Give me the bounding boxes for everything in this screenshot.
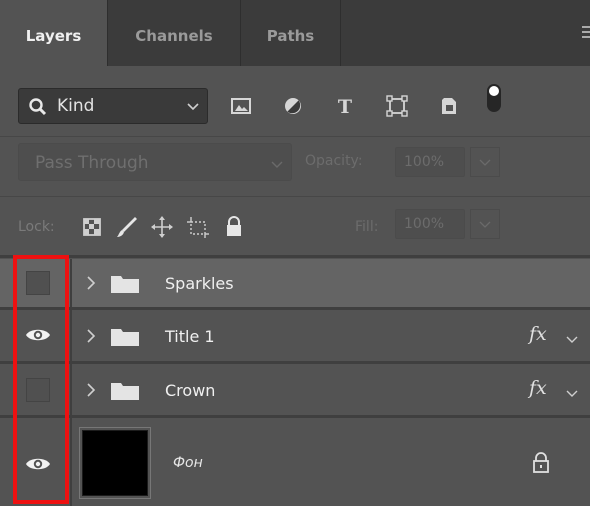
tab-layers[interactable]: Layers (0, 0, 108, 66)
adjustment-layer-filter-icon[interactable] (280, 92, 306, 120)
filter-toggle-icon[interactable] (487, 84, 501, 112)
layer-row-title-1[interactable]: Title 1 fx (0, 310, 590, 361)
lock-transparent-pixels-icon[interactable] (80, 214, 104, 240)
shape-layer-filter-icon[interactable] (384, 92, 410, 120)
search-icon (28, 97, 48, 121)
layers-panel: Layers Channels Paths Kind T Pass Throug… (0, 0, 590, 506)
fill-input[interactable]: 100% (395, 209, 465, 239)
panel-menu-icon[interactable] (582, 26, 590, 42)
lock-label: Lock: (18, 219, 55, 235)
layer-effects-icon[interactable]: fx (529, 377, 547, 399)
folder-icon (110, 381, 140, 405)
layer-name: Crown (165, 381, 216, 400)
smart-object-filter-icon[interactable] (436, 92, 462, 120)
filter-kind-label: Kind (57, 96, 95, 116)
chevron-down-icon (270, 156, 284, 175)
blend-mode-value: Pass Through (35, 153, 149, 173)
lock-position-icon[interactable] (150, 214, 174, 240)
layer-row-background[interactable]: Фон (0, 418, 590, 506)
filter-kind-select[interactable]: Kind (18, 88, 208, 124)
type-layer-filter-icon[interactable]: T (332, 92, 358, 120)
lock-icon[interactable] (532, 452, 550, 478)
chevron-right-icon[interactable] (86, 382, 96, 402)
layer-thumbnail[interactable] (82, 430, 148, 496)
fill-dropdown-button[interactable] (470, 209, 500, 239)
layer-effects-icon[interactable]: fx (529, 323, 547, 345)
pixel-layer-filter-icon[interactable] (228, 92, 254, 120)
chevron-right-icon[interactable] (86, 275, 96, 295)
lock-all-icon[interactable] (222, 214, 246, 240)
layer-name: Title 1 (165, 327, 215, 346)
tab-paths[interactable]: Paths (241, 0, 341, 66)
folder-icon (110, 274, 140, 298)
chevron-right-icon[interactable] (86, 328, 96, 348)
fill-label: Fill: (355, 219, 379, 235)
highlight-box (13, 255, 69, 504)
layer-row-crown[interactable]: Crown fx (0, 364, 590, 415)
divider (0, 196, 590, 197)
svg-text:T: T (338, 96, 352, 118)
layer-name: Sparkles (165, 274, 234, 293)
folder-icon (110, 327, 140, 351)
lock-image-pixels-icon[interactable] (115, 214, 139, 240)
tab-channels[interactable]: Channels (108, 0, 241, 66)
lock-artboard-icon[interactable] (185, 214, 209, 240)
layer-name: Фон (173, 455, 203, 471)
blend-mode-select[interactable]: Pass Through (18, 143, 292, 181)
chevron-down-icon[interactable] (566, 384, 578, 403)
chevron-down-icon[interactable] (566, 330, 578, 349)
row-end (580, 259, 590, 307)
opacity-dropdown-button[interactable] (470, 147, 500, 177)
panel-tab-bar: Layers Channels Paths (0, 0, 590, 66)
layer-row-sparkles[interactable]: Sparkles (0, 259, 590, 307)
divider (0, 255, 590, 258)
chevron-down-icon (186, 97, 200, 119)
opacity-label: Opacity: (305, 153, 363, 169)
divider (0, 136, 590, 137)
opacity-input[interactable]: 100% (395, 147, 465, 177)
